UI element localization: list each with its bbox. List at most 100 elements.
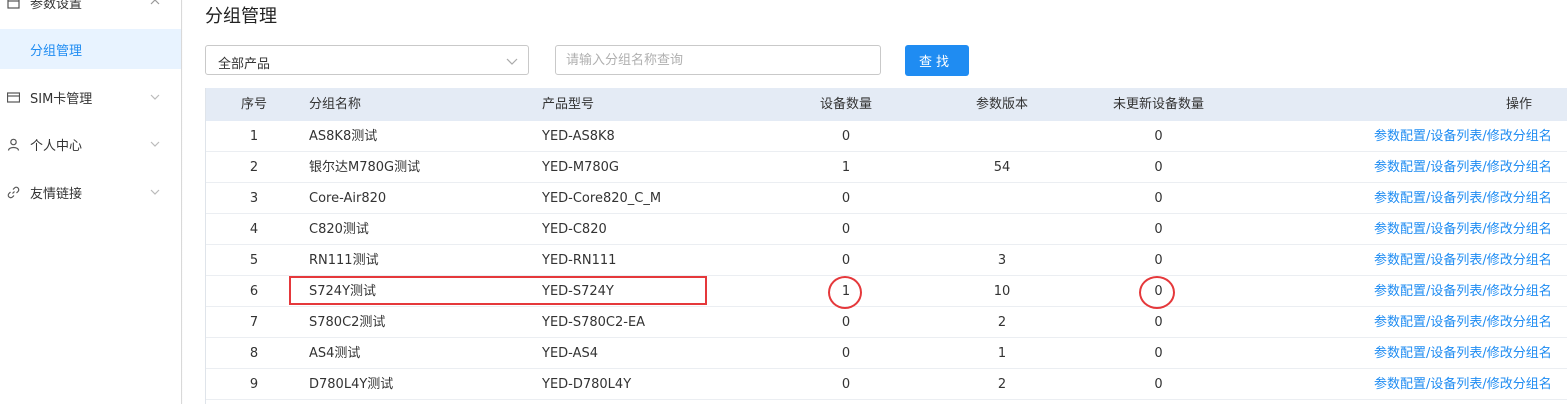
row-device-count: 0 (841, 129, 851, 144)
row-device-count: 0 (841, 222, 851, 237)
row-index: 4 (249, 222, 259, 237)
sidebar-shadow (181, 0, 183, 404)
table-row: 7 S780C2测试 YED-S780C2-EA 0 2 0 参数配置/设备列表… (206, 307, 1567, 338)
row-not-updated: 0 (1154, 346, 1163, 361)
sidebar-item-label: 参数设置 (30, 0, 83, 12)
product-select[interactable]: 全部产品 (205, 45, 529, 75)
header-product-model: 产品型号 (542, 97, 595, 112)
row-not-updated: 0 (1154, 222, 1163, 237)
row-action-links[interactable]: 参数配置/设备列表/修改分组名 (1374, 276, 1552, 307)
row-device-count: 0 (841, 315, 851, 330)
row-param-version: 10 (993, 284, 1011, 299)
row-not-updated: 0 (1154, 253, 1163, 268)
row-param-version: 2 (997, 315, 1007, 330)
row-group-name: AS4测试 (309, 346, 361, 361)
sidebar-item-group-management[interactable]: 分组管理 (0, 29, 181, 69)
row-group-name: C820测试 (309, 222, 369, 237)
calendar-icon (6, 0, 20, 9)
link-icon (6, 185, 20, 199)
search-button[interactable]: 查找 (905, 45, 969, 76)
row-group-name: S780C2测试 (309, 315, 386, 330)
row-device-count: 0 (841, 377, 851, 392)
table-header: 序号 分组名称 产品型号 设备数量 参数版本 未更新设备数量 操作 (206, 88, 1567, 121)
row-index: 5 (249, 253, 259, 268)
row-product-model: YED-C820 (542, 222, 607, 237)
group-table: 序号 分组名称 产品型号 设备数量 参数版本 未更新设备数量 操作 1 AS8K… (205, 88, 1567, 404)
row-product-model: YED-AS4 (542, 346, 598, 361)
row-product-model: YED-M780G (542, 160, 619, 175)
row-action-links[interactable]: 参数配置/设备列表/修改分组名 (1374, 245, 1552, 276)
row-action-links[interactable]: 参数配置/设备列表/修改分组名 (1374, 183, 1552, 214)
row-not-updated: 0 (1154, 315, 1163, 330)
sidebar-item-friendly-links[interactable]: 友情链接 (0, 172, 181, 212)
highlight-rectangle (289, 276, 707, 305)
table-row: 3 Core-Air820 YED-Core820_C_M 0 0 参数配置/设… (206, 183, 1567, 214)
chevron-down-icon (150, 92, 160, 102)
row-index: 3 (249, 191, 259, 206)
chevron-up-icon (150, 0, 160, 7)
row-index: 1 (249, 129, 259, 144)
row-product-model: YED-AS8K8 (542, 129, 615, 144)
row-index: 9 (249, 377, 259, 392)
sidebar-item-sim-management[interactable]: SIM卡管理 (0, 77, 181, 117)
row-not-updated: 0 (1154, 160, 1163, 175)
row-action-links[interactable]: 参数配置/设备列表/修改分组名 (1374, 121, 1552, 152)
product-select-value: 全部产品 (218, 57, 271, 72)
row-group-name: RN111测试 (309, 253, 379, 268)
row-group-name: D780L4Y测试 (309, 377, 394, 392)
header-device-count: 设备数量 (819, 97, 872, 112)
sidebar-item-label: SIM卡管理 (30, 91, 93, 107)
row-device-count: 0 (841, 346, 851, 361)
highlight-circle-not-updated (1139, 276, 1175, 309)
header-not-updated: 未更新设备数量 (1112, 97, 1204, 112)
header-index: 序号 (240, 97, 267, 112)
highlight-circle-device-count (828, 276, 862, 309)
sidebar-item-label: 个人中心 (30, 138, 83, 154)
table-row: 8 AS4测试 YED-AS4 0 1 0 参数配置/设备列表/修改分组名 (206, 338, 1567, 369)
row-param-version: 3 (997, 253, 1007, 268)
row-group-name: AS8K8测试 (309, 129, 378, 144)
row-action-links[interactable]: 参数配置/设备列表/修改分组名 (1374, 369, 1552, 400)
row-param-version: 2 (997, 377, 1007, 392)
row-product-model: YED-RN111 (542, 253, 617, 268)
page-title: 分组管理 (205, 6, 277, 27)
row-group-name: Core-Air820 (309, 191, 387, 206)
row-index: 7 (249, 315, 259, 330)
row-device-count: 0 (841, 191, 851, 206)
row-param-version (962, 214, 1042, 245)
row-param-version: 1 (997, 346, 1007, 361)
row-param-version: 54 (993, 160, 1011, 175)
header-actions: 操作 (1506, 97, 1533, 112)
table-row: 4 C820测试 YED-C820 0 0 参数配置/设备列表/修改分组名 (206, 214, 1567, 245)
table-row: 2 银尔达M780G测试 YED-M780G 1 54 0 参数配置/设备列表/… (206, 152, 1567, 183)
row-product-model: YED-D780L4Y (542, 377, 632, 392)
row-index: 8 (249, 346, 259, 361)
row-action-links[interactable]: 参数配置/设备列表/修改分组名 (1374, 214, 1552, 245)
row-product-model: YED-S780C2-EA (542, 315, 646, 330)
row-action-links[interactable]: 参数配置/设备列表/修改分组名 (1374, 152, 1552, 183)
sidebar-item-label: 分组管理 (30, 43, 83, 59)
chevron-down-icon (150, 139, 160, 149)
row-product-model: YED-Core820_C_M (542, 191, 662, 206)
user-icon (6, 137, 20, 151)
header-param-version: 参数版本 (975, 97, 1028, 112)
row-index: 2 (249, 160, 259, 175)
table-row: 1 AS8K8测试 YED-AS8K8 0 0 参数配置/设备列表/修改分组名 (206, 121, 1567, 152)
row-action-links[interactable]: 参数配置/设备列表/修改分组名 (1374, 307, 1552, 338)
row-param-version (962, 183, 1042, 214)
sidebar-item-label: 友情链接 (30, 186, 83, 202)
row-action-links[interactable]: 参数配置/设备列表/修改分组名 (1374, 338, 1552, 369)
sidebar-item-personal-center[interactable]: 个人中心 (0, 124, 181, 164)
table-row: 5 RN111测试 YED-RN111 0 3 0 参数配置/设备列表/修改分组… (206, 245, 1567, 276)
header-group-name: 分组名称 (309, 97, 362, 112)
row-device-count: 0 (841, 253, 851, 268)
row-index: 6 (249, 284, 259, 299)
card-icon (6, 90, 20, 104)
row-param-version (962, 121, 1042, 152)
row-device-count: 1 (841, 160, 851, 175)
table-row: 9 D780L4Y测试 YED-D780L4Y 0 2 0 参数配置/设备列表/… (206, 369, 1567, 400)
group-name-search-input[interactable] (555, 45, 881, 75)
sidebar-item-param-settings[interactable]: 参数设置 (0, 0, 181, 22)
row-not-updated: 0 (1154, 129, 1163, 144)
chevron-down-icon (506, 55, 518, 67)
